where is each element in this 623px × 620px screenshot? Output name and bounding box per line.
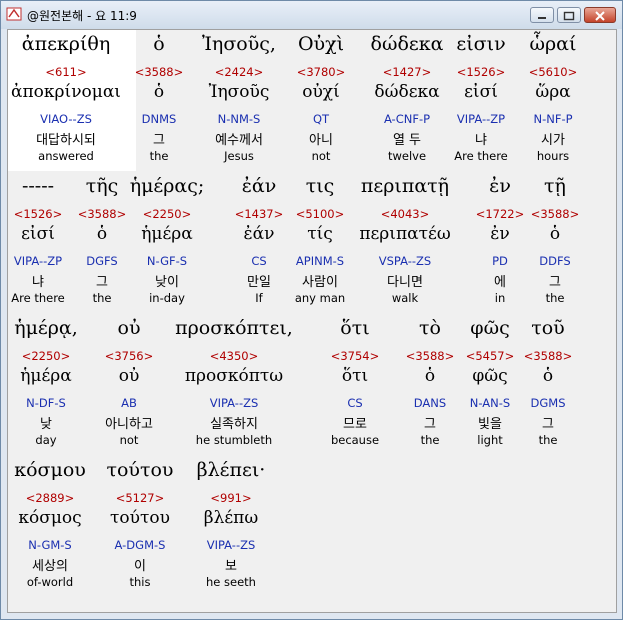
english-gloss: the <box>538 433 558 447</box>
korean-gloss: 그 <box>542 417 554 432</box>
english-gloss: the <box>545 291 565 305</box>
english-gloss: he stumbleth <box>195 433 273 447</box>
window-title: @원전본해 - 요 11:9 <box>27 9 137 23</box>
korean-gloss: 시가 <box>541 133 565 148</box>
parsing-code: N-NF-P <box>533 112 573 126</box>
greek-word: οὐ <box>117 317 141 339</box>
greek-word: τοῦ <box>531 317 565 339</box>
minimize-button[interactable] <box>530 7 554 23</box>
app-window: @원전본해 - 요 11:9 ἀπεκρίθη <611> ἀποκρίνομαι V… <box>0 0 623 620</box>
parsing-code: VIPA--ZS <box>209 396 259 410</box>
korean-gloss: 보 <box>225 559 237 574</box>
greek-word: προσκόπτει, <box>175 317 293 339</box>
parsing-code: DGMS <box>530 396 566 410</box>
maximize-icon <box>563 11 575 21</box>
interlinear-word[interactable]: τῇ <3588> ὁ DDFS 그 the <box>495 172 615 312</box>
greek-word: ὧραί <box>529 33 577 55</box>
strong-number: <5610> <box>528 65 578 79</box>
minimize-icon <box>538 17 546 19</box>
strong-number: <3756> <box>104 349 154 363</box>
english-gloss: not <box>119 433 139 447</box>
parsing-code: DDFS <box>539 254 571 268</box>
title-bar[interactable]: @원전본해 - 요 11:9 <box>1 1 622 29</box>
parsing-code: VIPA--ZS <box>206 538 256 552</box>
maximize-button[interactable] <box>557 7 581 23</box>
parsing-code: AB <box>121 396 137 410</box>
interlinear-word[interactable]: τοῦ <3588> ὁ DGMS 그 the <box>488 314 608 454</box>
strong-number: <3588> <box>523 349 573 363</box>
english-gloss: he seeth <box>206 575 256 589</box>
interlinear-word[interactable]: βλέπει· <991> βλέπω VIPA--ZS 보 he seeth <box>171 456 291 596</box>
app-icon <box>6 7 22 21</box>
lemma: οὐ <box>118 366 140 386</box>
korean-gloss: 아니하고 <box>105 417 153 432</box>
greek-word: βλέπει· <box>196 459 266 481</box>
lemma: ὥρα <box>535 82 571 102</box>
interlinear-word[interactable]: ὧραί <5610> ὥρα N-NF-P 시가 hours <box>493 30 613 170</box>
english-gloss: hours <box>536 149 570 163</box>
interlinear-view[interactable]: ἀπεκρίθη <611> ἀποκρίνομαι VIAO--ZS 대답하시되 ans… <box>7 29 617 613</box>
strong-number: <991> <box>210 491 252 505</box>
close-icon <box>595 11 605 21</box>
interlinear-word[interactable]: οὐ <3756> οὐ AB 아니하고 not <box>69 314 189 454</box>
strong-number: <3588> <box>530 207 580 221</box>
strong-number: <4350> <box>209 349 259 363</box>
lemma: βλέπω <box>203 508 259 528</box>
lemma: ὁ <box>549 224 561 244</box>
close-button[interactable] <box>584 7 616 23</box>
lemma: προσκόπτω <box>184 366 284 386</box>
korean-gloss: 실족하지 <box>210 417 258 432</box>
korean-gloss: 그 <box>549 275 561 290</box>
lemma: ὁ <box>542 366 554 386</box>
greek-word: τῇ <box>544 175 566 197</box>
interlinear-word[interactable]: προσκόπτει, <4350> προσκόπτω VIPA--ZS 실족하지 he… <box>174 314 294 454</box>
